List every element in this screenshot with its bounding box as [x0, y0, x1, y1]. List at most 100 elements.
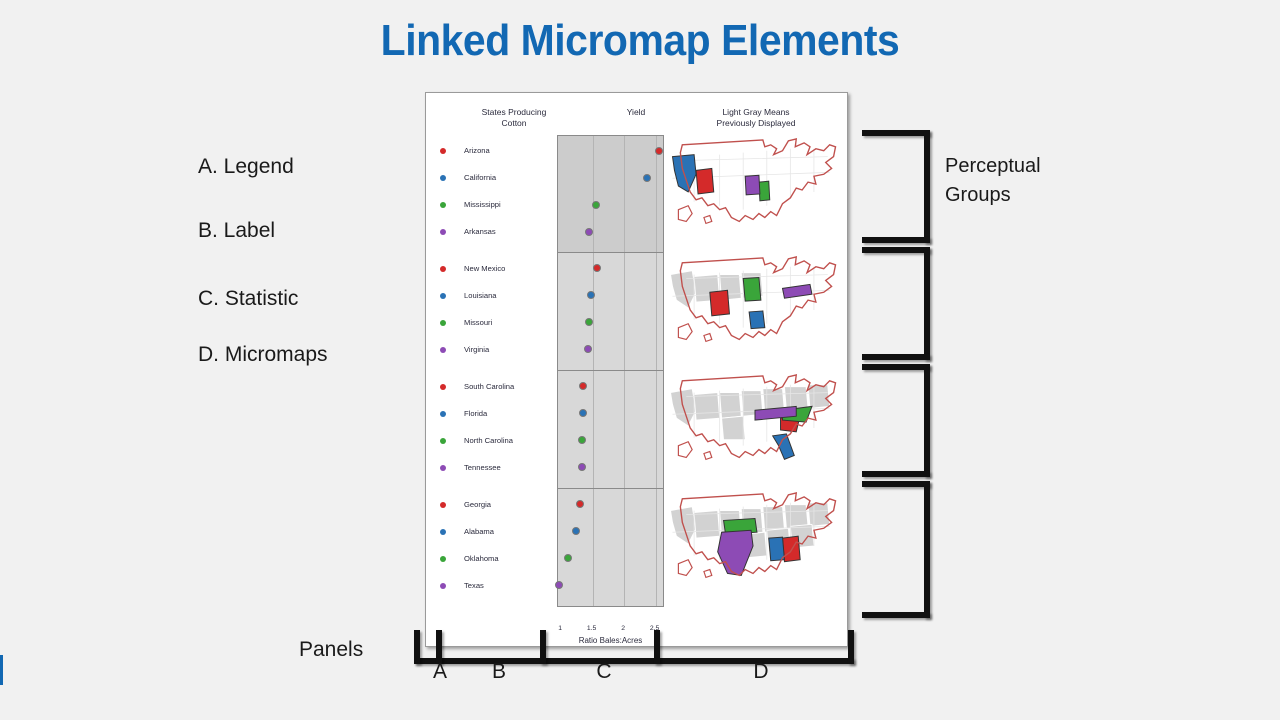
panels-label: Panels [299, 638, 364, 661]
panels-bracket-tick-3 [654, 630, 660, 664]
state-label: Arizona [464, 146, 490, 155]
list-item[interactable]: Tennessee [434, 454, 501, 481]
page-title: Linked Micromap Elements [380, 16, 900, 65]
list-item[interactable]: Virginia [434, 336, 489, 363]
data-point[interactable] [586, 291, 595, 299]
legend-dot-icon [440, 346, 446, 353]
perceptual-group: Georgia Alabama Oklahoma Texas [426, 489, 849, 607]
micromap[interactable] [666, 253, 846, 371]
list-item[interactable]: Arkansas [434, 218, 496, 245]
perceptual-group-bracket-4 [862, 481, 930, 618]
gridline [655, 489, 657, 607]
state-label: Louisiana [464, 291, 497, 300]
state-label: Mississippi [464, 200, 501, 209]
perceptual-groups-label: Perceptual Groups [945, 152, 1105, 210]
list-item[interactable]: Missouri [434, 309, 492, 336]
data-point[interactable] [584, 318, 593, 326]
perceptual-group: New Mexico Louisiana Missouri Virginia [426, 253, 849, 371]
bracket-bar-right [924, 364, 930, 477]
state-label: New Mexico [464, 264, 506, 273]
panels-bracket-tick-0 [414, 630, 420, 664]
legend-dot-icon [440, 228, 446, 235]
legend-dot-icon [440, 292, 446, 299]
list-item[interactable]: Oklahoma [434, 545, 499, 572]
gridline [624, 371, 626, 489]
list-item[interactable]: Texas [434, 572, 484, 599]
data-point[interactable] [592, 201, 601, 209]
legend-dot-icon [440, 265, 446, 272]
bracket-bar-right [924, 130, 930, 243]
perceptual-groups-label-line2: Groups [945, 184, 1011, 206]
data-point[interactable] [572, 527, 581, 535]
data-point[interactable] [654, 147, 663, 155]
list-item[interactable]: Louisiana [434, 282, 497, 309]
micromap[interactable] [666, 135, 846, 253]
data-point[interactable] [578, 409, 587, 417]
state-label: Missouri [464, 318, 493, 327]
column-header-states: States Producing Cotton [444, 107, 584, 129]
state-label: Virginia [464, 345, 490, 354]
data-point[interactable] [577, 463, 586, 471]
data-point[interactable] [642, 174, 651, 182]
key-item-micromaps: D. Micromaps [198, 343, 328, 366]
column-header-states-line2: Cotton [501, 118, 527, 128]
column-header-micromap-line1: Light Gray Means [722, 107, 790, 117]
legend-dot-icon [440, 201, 446, 208]
panel-separator [558, 606, 663, 607]
panels-bracket-bar [414, 658, 854, 664]
legend-dot-icon [440, 410, 446, 417]
slide-edge-marker [0, 655, 3, 685]
legend-dot-icon [440, 464, 446, 471]
panel-letter-c: C [596, 660, 612, 683]
perceptual-group-bracket-3 [862, 364, 930, 477]
statistic-panel [555, 489, 664, 607]
statistic-panel [557, 135, 664, 253]
legend-label-column: Arizona California Mississippi Arkansas [434, 135, 564, 253]
panels-bracket-tick-2 [540, 630, 546, 664]
data-point[interactable] [564, 554, 573, 562]
legend-dot-icon [440, 528, 446, 535]
perceptual-group: Arizona California Mississippi Arkansas [426, 135, 849, 253]
bracket-bar-bottom [862, 237, 930, 243]
legend-label-column: Georgia Alabama Oklahoma Texas [434, 489, 564, 607]
state-label: Georgia [464, 500, 492, 509]
legend-dot-icon [440, 319, 446, 326]
list-item[interactable]: North Carolina [434, 427, 513, 454]
data-point[interactable] [576, 500, 585, 508]
key-item-label: B. Label [198, 219, 276, 242]
list-item[interactable]: Georgia [434, 491, 491, 518]
legend-label-column: South Carolina Florida North Carolina Tenne… [434, 371, 564, 489]
state-label: Alabama [464, 527, 494, 536]
list-item[interactable]: Florida [434, 400, 487, 427]
data-point[interactable] [579, 382, 588, 390]
bracket-bar-bottom [862, 354, 930, 360]
perceptual-group-bracket-2 [862, 247, 930, 360]
data-point[interactable] [577, 436, 586, 444]
micromap[interactable] [666, 489, 846, 607]
list-item[interactable]: Arizona [434, 137, 490, 164]
legend-dot-icon [440, 582, 446, 589]
gridline [655, 253, 657, 371]
data-point[interactable] [583, 345, 592, 353]
state-label: Arkansas [464, 227, 496, 236]
list-item[interactable]: Mississippi [434, 191, 501, 218]
state-label: California [464, 173, 497, 182]
data-point[interactable] [585, 228, 594, 236]
key-item-statistic: C. Statistic [198, 287, 299, 310]
statistic-panel [557, 371, 664, 489]
legend-dot-icon [440, 383, 446, 390]
data-point[interactable] [593, 264, 602, 272]
gridline [624, 136, 626, 253]
gridline [592, 136, 594, 253]
list-item[interactable]: New Mexico [434, 255, 505, 282]
bracket-bar-right [924, 247, 930, 360]
list-item[interactable]: California [434, 164, 496, 191]
micromap[interactable] [666, 371, 846, 489]
data-point[interactable] [555, 581, 564, 589]
state-label: Florida [464, 409, 488, 418]
list-item[interactable]: Alabama [434, 518, 494, 545]
list-item[interactable]: South Carolina [434, 373, 514, 400]
bracket-bar-right [924, 481, 930, 618]
bracket-bar-top [862, 481, 930, 487]
legend-dot-icon [440, 174, 446, 181]
